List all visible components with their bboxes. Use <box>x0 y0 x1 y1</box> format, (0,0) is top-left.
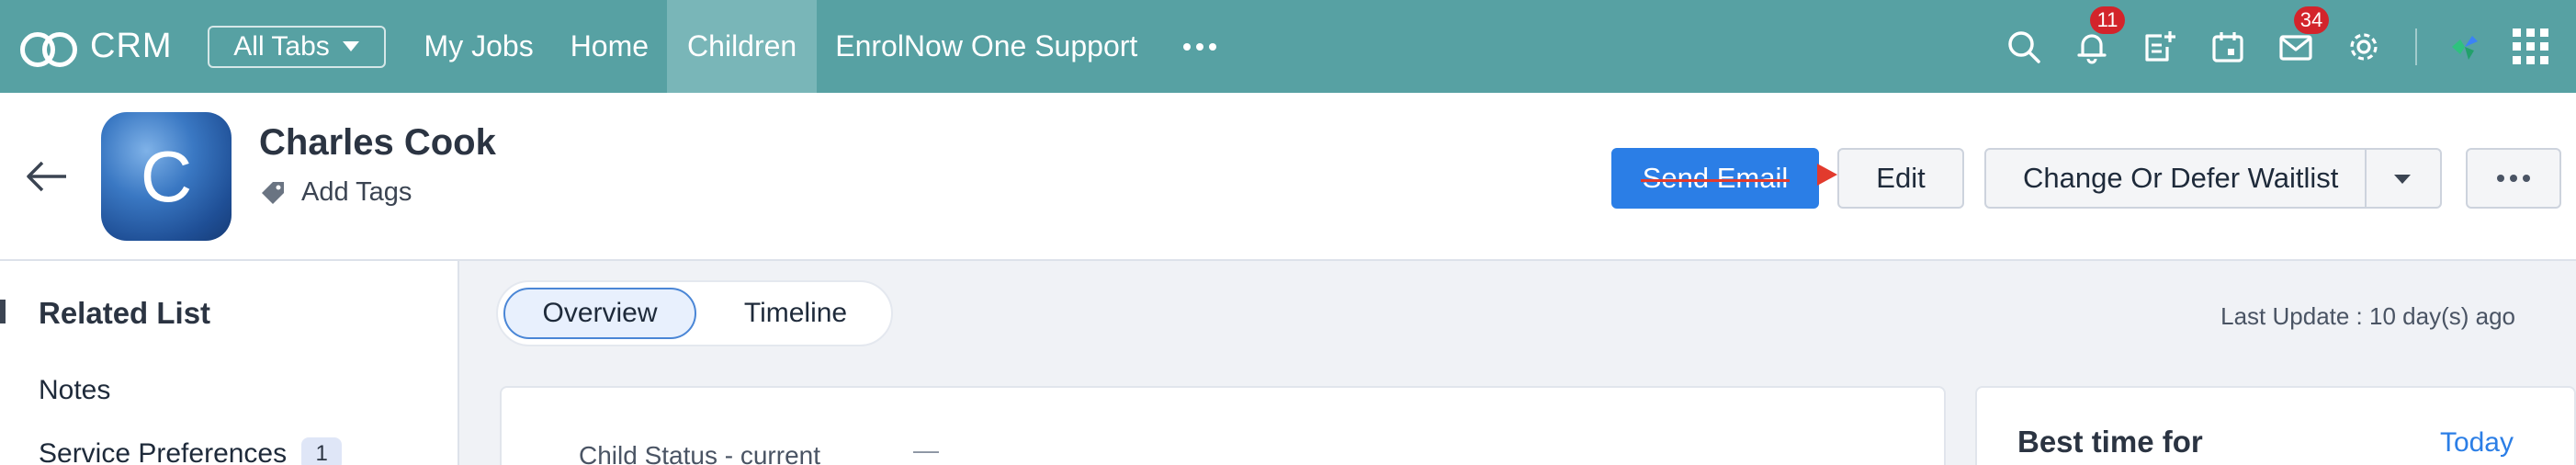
add-tags-link[interactable]: Add Tags <box>259 177 412 208</box>
record-header: C Charles Cook Add Tags Send Email Edit … <box>0 93 2576 261</box>
child-status-label: Child Status - current <box>579 441 820 465</box>
back-arrow-icon[interactable] <box>26 160 68 193</box>
edit-button[interactable]: Edit <box>1837 148 1964 209</box>
crm-logo-icon <box>20 27 81 67</box>
settings-gear-icon[interactable] <box>2344 27 2384 67</box>
related-list-sidebar: Related List Notes Service Preferences 1 <box>0 261 459 465</box>
related-list-title: Related List <box>39 296 211 330</box>
sidebar-item-count-badge: 1 <box>301 437 343 465</box>
toolbar-separator <box>2415 28 2417 65</box>
nav-home[interactable]: Home <box>552 0 667 93</box>
record-avatar[interactable]: C <box>101 112 232 241</box>
sidebar-item-notes[interactable]: Notes <box>39 375 110 406</box>
child-status-value[interactable]: — <box>913 436 939 465</box>
tag-icon <box>262 181 284 204</box>
send-email-button[interactable]: Send Email <box>1611 148 1819 209</box>
notifications-bell-icon[interactable]: 11 <box>2072 6 2125 67</box>
nav-children[interactable]: Children <box>667 0 818 93</box>
record-name: Charles Cook <box>259 122 496 163</box>
more-tabs-icon[interactable] <box>1183 42 1217 51</box>
best-time-today-link[interactable]: Today <box>2440 427 2514 459</box>
split-button-divider <box>2365 150 2367 207</box>
nav-enrolnow-one-support[interactable]: EnrolNow One Support <box>817 0 1156 93</box>
notifications-count-badge: 11 <box>2090 6 2125 34</box>
collapse-sidebar-icon[interactable] <box>0 300 6 323</box>
tab-timeline[interactable]: Timeline <box>704 288 887 339</box>
extensions-icon[interactable] <box>2445 27 2485 67</box>
change-or-defer-waitlist-button[interactable]: Change Or Defer Waitlist <box>1984 148 2442 209</box>
search-icon[interactable] <box>2004 27 2044 67</box>
caret-down-icon <box>342 41 359 51</box>
app-launcher-icon[interactable] <box>2513 28 2548 64</box>
crm-logo[interactable]: CRM <box>20 27 173 67</box>
waitlist-options-caret-icon[interactable] <box>2394 175 2411 184</box>
sidebar-item-label: Service Preferences <box>39 438 288 465</box>
send-email-label: Send Email <box>1640 162 1790 194</box>
all-tabs-dropdown[interactable]: All Tabs <box>207 25 386 68</box>
all-tabs-label: All Tabs <box>233 30 330 62</box>
view-tab-switch: Overview Timeline <box>496 280 893 346</box>
add-tags-label: Add Tags <box>301 177 412 207</box>
mail-count-badge: 34 <box>2294 6 2329 34</box>
nav-my-jobs[interactable]: My Jobs <box>406 0 552 93</box>
mail-icon[interactable]: 34 <box>2276 6 2329 67</box>
more-actions-button[interactable] <box>2466 148 2561 209</box>
tab-overview[interactable]: Overview <box>503 288 696 339</box>
change-waitlist-label: Change Or Defer Waitlist <box>2023 162 2339 194</box>
red-arrow-annotation-icon <box>1817 164 1837 186</box>
add-note-icon[interactable] <box>2140 27 2180 67</box>
last-update-text: Last Update : 10 day(s) ago <box>2220 302 2515 330</box>
calendar-icon[interactable] <box>2208 27 2248 67</box>
more-options-icon <box>2497 175 2530 182</box>
sidebar-item-label: Notes <box>39 375 111 405</box>
app-name: CRM <box>90 27 173 65</box>
top-nav-bar: CRM All Tabs My Jobs Home Children Enrol… <box>0 0 2576 93</box>
sidebar-item-service-preferences[interactable]: Service Preferences 1 <box>39 437 343 465</box>
best-time-title: Best time for <box>2017 425 2203 459</box>
